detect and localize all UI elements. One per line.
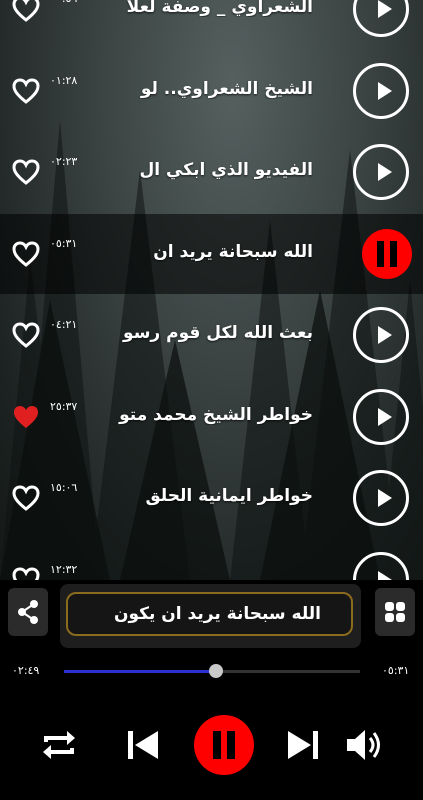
track-row[interactable]: ٠٠:٥٩ الشعراوي _ وصفة لعلا: [0, 0, 423, 49]
heart-outline-icon[interactable]: [12, 566, 40, 581]
total-time: ٠٥:٣١: [382, 664, 410, 677]
track-title: الله سبحانة يريد ان: [153, 241, 313, 262]
track-row[interactable]: ١٥:٠٦ خواطر ايمانية الحلق: [0, 458, 423, 538]
play-icon: [378, 407, 392, 426]
heart-outline-icon[interactable]: [12, 159, 40, 185]
play-icon: [378, 81, 392, 100]
heart-outline-icon[interactable]: [12, 485, 40, 511]
now-playing-title: الله سبحانة يريد ان يكون: [113, 604, 321, 624]
heart-filled-icon[interactable]: [12, 404, 40, 430]
skip-previous-icon: [128, 731, 158, 759]
track-title: بعث الله لكل قوم رسو: [123, 323, 313, 343]
heart-outline-icon[interactable]: [12, 0, 40, 22]
track-play-button[interactable]: [353, 307, 409, 363]
track-duration: ٢٥:٣٧: [50, 399, 78, 413]
previous-button[interactable]: [126, 729, 160, 765]
track-duration: ١٢:٣٢: [50, 562, 78, 576]
track-duration: ٠٠:٥٩: [50, 0, 86, 5]
share-button[interactable]: [8, 588, 48, 636]
track-title: خواطر ايمانية الحلق: [145, 486, 313, 506]
skip-next-icon: [288, 731, 318, 759]
player-panel: الله سبحانة يريد ان يكون ٠٢:٤٩ ٠٥:٣١: [0, 580, 423, 800]
next-button[interactable]: [286, 729, 320, 765]
volume-button[interactable]: [345, 728, 385, 766]
now-playing-box: الله سبحانة يريد ان يكون: [60, 584, 361, 648]
track-title: الشيخ الشعراوي.. لو: [140, 78, 313, 99]
play-icon: [378, 163, 392, 181]
track-duration: ٠١:٢٨: [50, 73, 78, 87]
track-pause-button[interactable]: [362, 228, 412, 279]
grid-menu-button[interactable]: [375, 588, 415, 636]
track-play-button[interactable]: [353, 144, 409, 200]
track-duration: ١٥:٠٦: [50, 481, 78, 494]
track-row[interactable]: ١٢:٣٢: [0, 540, 423, 581]
elapsed-time: ٠٢:٤٩: [12, 664, 40, 677]
track-row[interactable]: ٢٥:٣٧ خواطر الشيخ محمد متو: [0, 377, 423, 457]
play-icon: [378, 570, 392, 580]
play-icon: [378, 489, 392, 507]
play-pause-button[interactable]: [194, 715, 254, 775]
seek-thumb[interactable]: [209, 664, 224, 678]
track-play-button[interactable]: [353, 0, 409, 37]
track-title: خواطر الشيخ محمد متو: [119, 404, 313, 425]
play-icon: [378, 0, 392, 18]
track-title: الشعراوي _ وصفة لعلا: [126, 0, 313, 17]
track-play-button[interactable]: [353, 62, 409, 119]
volume-icon: [347, 730, 380, 760]
track-duration: ٠٤:٢١: [50, 318, 78, 331]
heart-outline-icon[interactable]: [12, 322, 40, 348]
track-row[interactable]: ٠٤:٢١ بعث الله لكل قوم رسو: [0, 295, 423, 375]
track-duration: ٠٢:٢٣: [50, 155, 78, 168]
share-icon: [18, 600, 38, 624]
track-play-button[interactable]: [353, 551, 409, 580]
track-row[interactable]: ٠١:٢٨ الشيخ الشعراوي.. لو: [0, 51, 423, 131]
track-row[interactable]: ٠٥:٣١ الله سبحانة يريد ان: [0, 213, 423, 294]
track-list: ٠٠:٥٩ الشعراوي _ وصفة لعلا ٠١:٢٨ الشيخ الشع…: [0, 0, 423, 580]
track-title: الفيديو الذي ابكي ال: [139, 160, 314, 180]
heart-outline-icon[interactable]: [12, 77, 40, 104]
track-play-button[interactable]: [353, 388, 409, 445]
track-row[interactable]: ٠٢:٢٣ الفيديو الذي ابكي ال: [0, 132, 423, 212]
heart-outline-icon[interactable]: [12, 240, 40, 267]
seek-progress: [64, 670, 217, 673]
seek-bar[interactable]: [64, 664, 360, 678]
now-playing-frame: الله سبحانة يريد ان يكون: [66, 592, 353, 636]
repeat-icon: [43, 731, 75, 759]
track-duration: ٠٥:٣١: [50, 236, 78, 250]
repeat-button[interactable]: [40, 728, 78, 766]
track-play-button[interactable]: [353, 470, 409, 526]
play-icon: [378, 326, 392, 344]
